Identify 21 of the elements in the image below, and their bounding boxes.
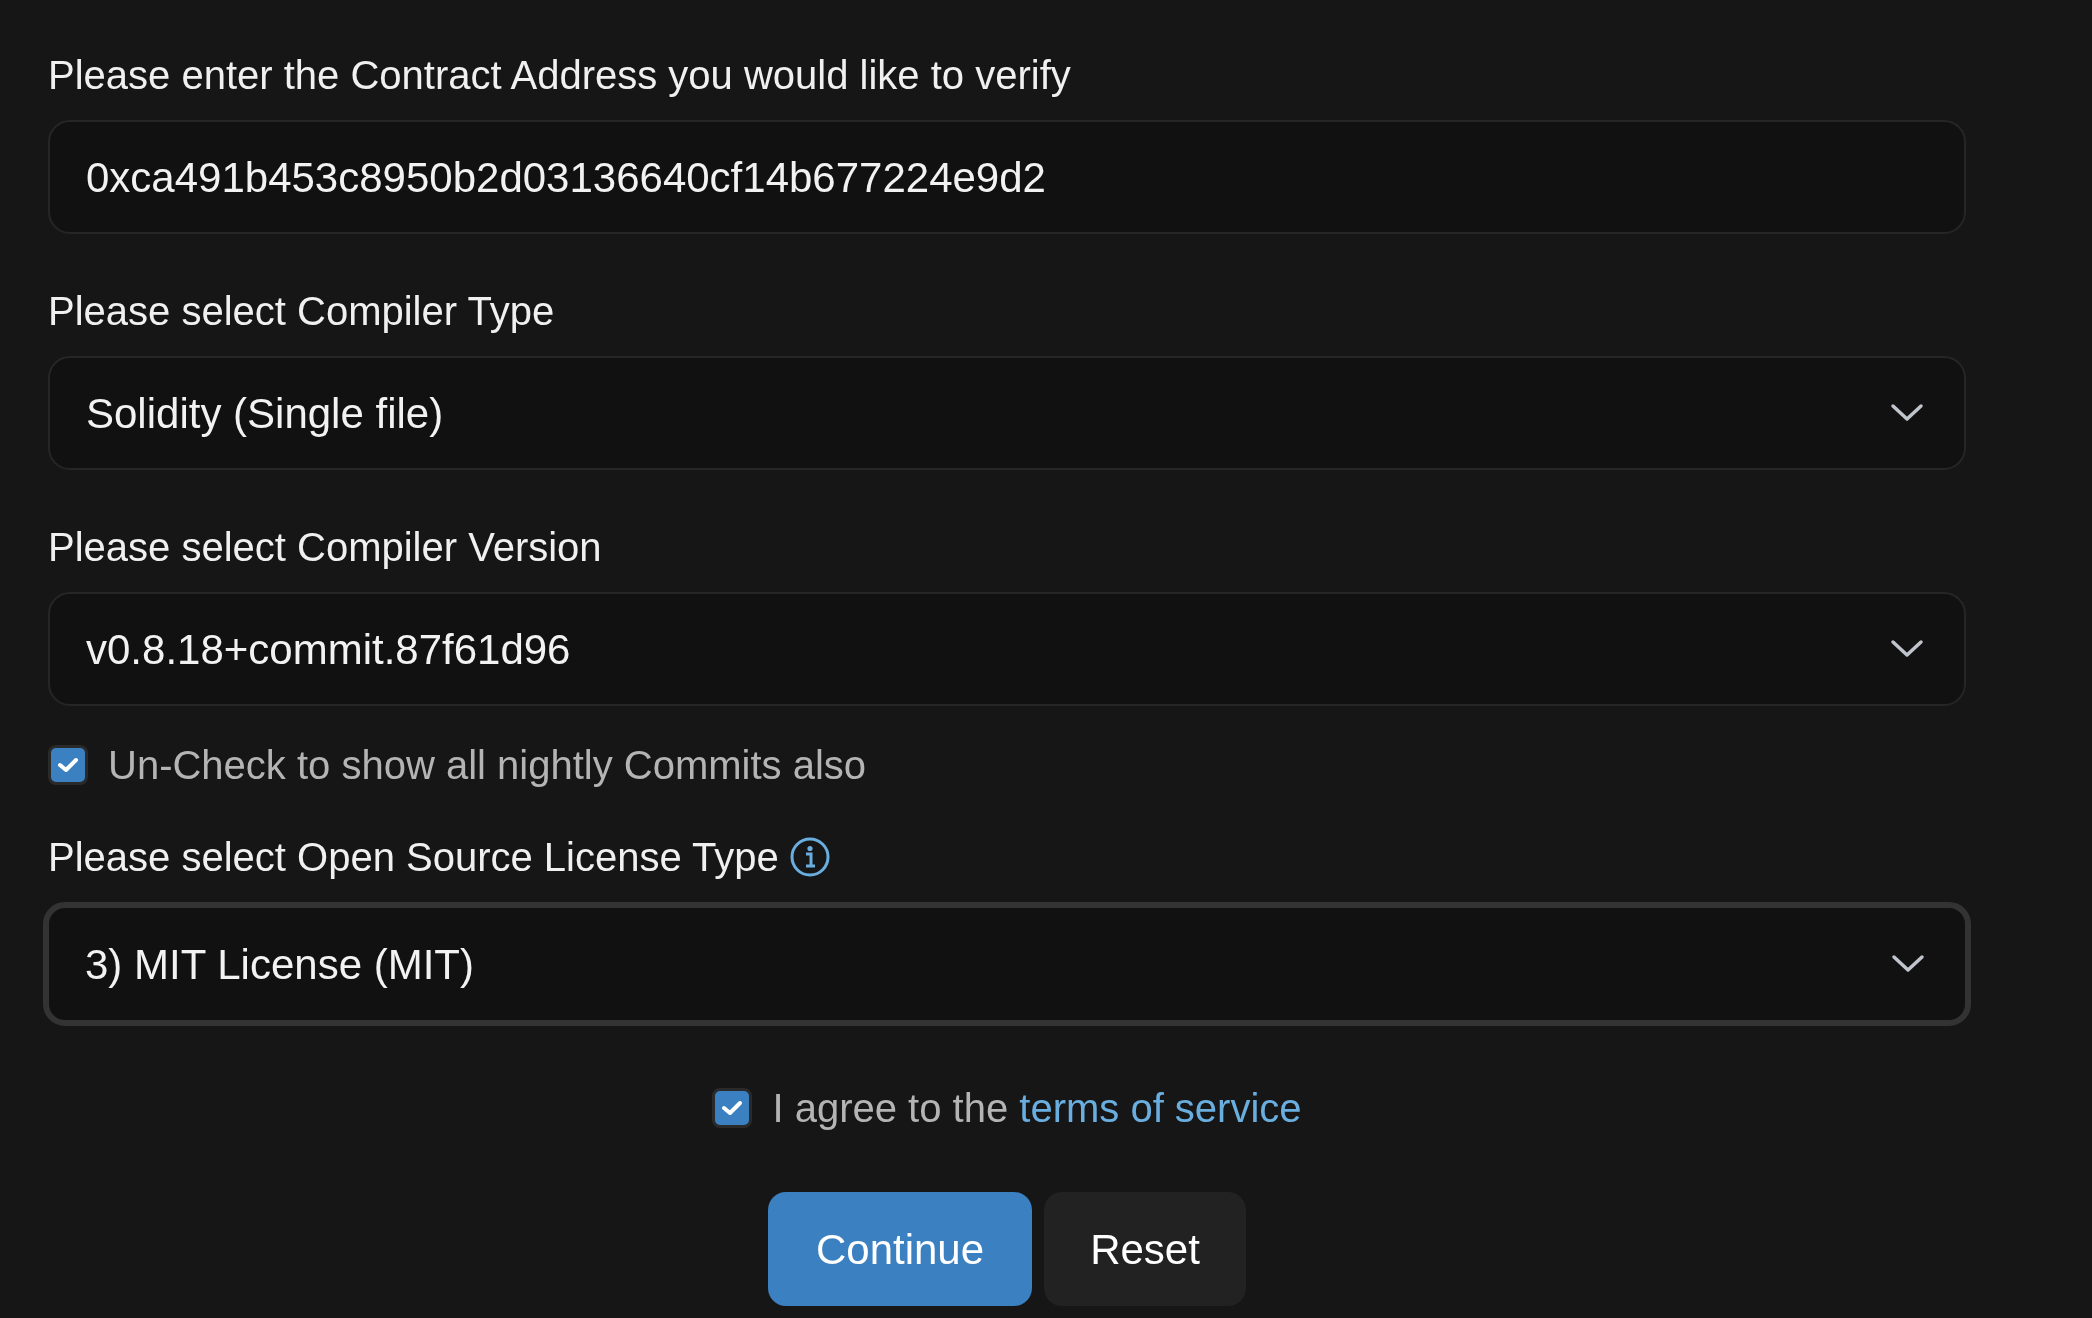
info-icon[interactable] bbox=[788, 836, 831, 878]
field-label: Please select Compiler Type bbox=[48, 291, 555, 331]
checkbox[interactable] bbox=[712, 1088, 753, 1128]
dropdown[interactable]: Solidity (Single file) bbox=[48, 356, 1966, 470]
checkmark-icon bbox=[57, 756, 79, 774]
field-label: Please select Open Source License Type bbox=[48, 837, 779, 877]
agree-text: I agree to the terms of service bbox=[772, 1085, 1302, 1132]
checkmark-icon bbox=[721, 1099, 744, 1117]
field-label: Please select Compiler Version bbox=[48, 527, 602, 567]
checkbox-label: Un-Check to show all nightly Commits also bbox=[108, 742, 867, 789]
chevron-down-icon bbox=[1890, 639, 1924, 659]
input-field[interactable]: 0xca491b453c8950b2d03136640cf14b677224e9d2 bbox=[48, 120, 1966, 234]
chevron-down-icon bbox=[1890, 403, 1924, 423]
checkbox[interactable] bbox=[48, 745, 88, 785]
dropdown[interactable]: 3) MIT License (MIT) bbox=[43, 902, 1971, 1026]
terms-link[interactable]: terms of service bbox=[1019, 1086, 1302, 1130]
field-label: Please enter the Contract Address you would like to verify bbox=[48, 55, 1071, 95]
dropdown[interactable]: v0.8.18+commit.87f61d96 bbox=[48, 592, 1966, 706]
chevron-down-icon bbox=[1891, 954, 1925, 974]
continue-button[interactable]: Continue bbox=[768, 1192, 1032, 1306]
reset-button[interactable]: Reset bbox=[1044, 1192, 1246, 1306]
